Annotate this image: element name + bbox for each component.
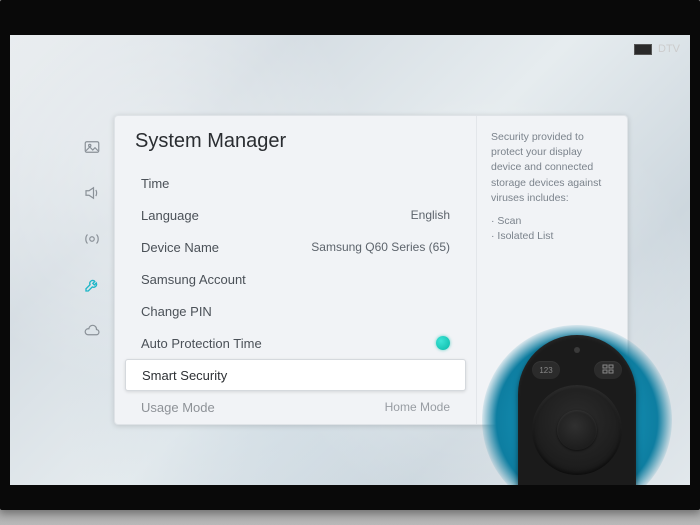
status-bar: DTV [634, 43, 680, 55]
picture-icon [83, 138, 101, 156]
support-cloud-icon [83, 322, 101, 340]
row-label: Device Name [141, 240, 219, 255]
remote-options-button[interactable] [594, 361, 622, 379]
help-item: Scan [491, 214, 613, 229]
row-change-pin[interactable]: Change PIN [115, 295, 476, 327]
row-label: Auto Protection Time [141, 336, 262, 351]
row-label: Language [141, 208, 199, 223]
row-value: Samsung Q60 Series (65) [311, 240, 450, 254]
sidebar-rail [70, 115, 114, 425]
source-label: DTV [658, 43, 680, 55]
row-label: Change PIN [141, 304, 212, 319]
row-label: Samsung Account [141, 272, 246, 287]
sidebar-item-support[interactable] [74, 313, 110, 349]
settings-list: Time Language English Device Name Samsun… [115, 167, 476, 423]
remote-control: 123 ↶ ⌂ ▷❙❙ [518, 335, 636, 485]
source-indicator-icon [634, 44, 652, 55]
toggle-on-icon [436, 336, 450, 350]
settings-main: System Manager Time Language English Dev… [115, 116, 477, 424]
row-value: Home Mode [385, 400, 450, 414]
remote-dpad[interactable] [532, 385, 622, 475]
sidebar-item-general[interactable] [74, 267, 110, 303]
sidebar-item-sound[interactable] [74, 175, 110, 211]
mic-icon [574, 347, 580, 353]
page-title: System Manager [115, 130, 476, 163]
remote-numpad-button[interactable]: 123 [532, 361, 560, 379]
row-label: Smart Security [142, 368, 227, 383]
help-text: Security provided to protect your displa… [491, 130, 613, 206]
row-label: Time [141, 176, 169, 191]
numpad-label: 123 [539, 366, 552, 375]
row-time[interactable]: Time [115, 167, 476, 199]
row-samsung-account[interactable]: Samsung Account [115, 263, 476, 295]
sidebar-item-broadcasting[interactable] [74, 221, 110, 257]
row-device-name[interactable]: Device Name Samsung Q60 Series (65) [115, 231, 476, 263]
sound-icon [83, 184, 101, 202]
help-list: Scan Isolated List [491, 214, 613, 244]
row-value: English [411, 208, 450, 222]
row-auto-protection-time[interactable]: Auto Protection Time [115, 327, 476, 359]
row-usage-mode[interactable]: Usage Mode Home Mode [115, 391, 476, 423]
help-item: Isolated List [491, 229, 613, 244]
row-language[interactable]: Language English [115, 199, 476, 231]
tv-screen: DTV [10, 35, 690, 485]
broadcasting-icon [83, 230, 101, 248]
options-icon [602, 364, 614, 376]
tv-frame: DTV [0, 0, 700, 510]
row-label: Usage Mode [141, 400, 215, 415]
sidebar-item-picture[interactable] [74, 129, 110, 165]
wrench-icon [83, 276, 101, 294]
row-smart-security[interactable]: Smart Security [125, 359, 466, 391]
